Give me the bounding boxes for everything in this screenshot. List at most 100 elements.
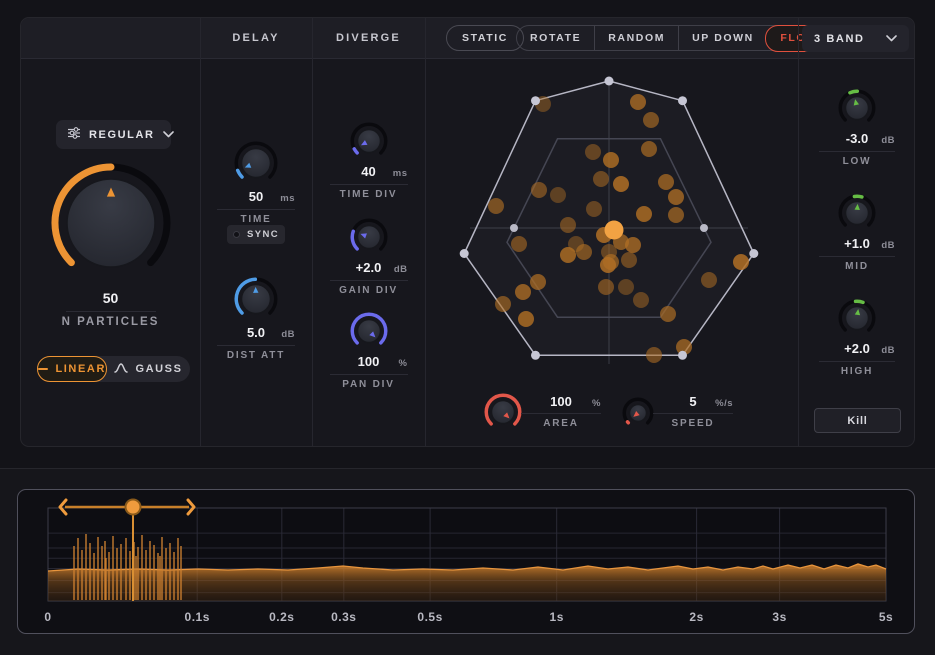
delay-time-knob[interactable] [234,141,278,185]
svg-text:0.5s: 0.5s [417,610,442,624]
svg-text:0.2s: 0.2s [269,610,294,624]
pan-div-group: 100 % PAN DIV [312,312,425,391]
dist-att-group: 5.0 dB DIST ATT [200,277,312,362]
divider [217,209,295,210]
delay-section-title: DELAY [200,18,312,58]
speed-control: 5 %/s SPEED [622,393,733,430]
kill-button[interactable]: Kill [814,408,901,433]
divider [217,345,295,346]
svg-text:2s: 2s [689,610,703,624]
area-label: AREA [521,418,601,430]
sync-led-icon [233,231,240,238]
n-particles-group: 50 N PARTICLES [21,163,200,328]
delay-time-unit: ms [280,191,295,206]
speed-knob[interactable] [622,397,654,429]
distribution-toggle: LINEAR GAUSS [37,356,190,382]
delay-time-group: 50 ms TIME [200,141,312,226]
speed-unit: %/s [715,396,733,411]
time-div-unit: ms [393,166,408,181]
eq-high-value: +2.0 [844,341,870,356]
divider [200,18,201,447]
section-divider [0,468,935,469]
time-div-label: TIME DIV [340,189,398,201]
mode-updown-button[interactable]: UP DOWN [678,26,767,50]
eq-high-label: HIGH [841,366,873,378]
waveform-panel: 0 0.1s 0.2s 0.3s 0.5s 1s 2s 3s 5s [17,489,915,634]
n-particles-value: 50 [103,290,119,306]
gauss-curve-icon [114,361,128,377]
pan-div-value: 100 [358,354,380,369]
divider [819,151,895,152]
preset-dropdown-label: REGULAR [89,129,155,141]
band-count-dropdown[interactable]: 3 BAND [802,25,909,52]
svg-text:0: 0 [44,610,51,624]
svg-text:0.1s: 0.1s [185,610,210,624]
distribution-preset-dropdown[interactable]: REGULAR [56,120,171,149]
plugin-window: DELAY DIVERGE STATIC ROTATE RANDOM UP DO… [0,0,935,655]
area-value: 100 [550,394,572,409]
delay-time-value: 50 [249,189,263,204]
eq-mid-knob[interactable] [838,194,876,232]
divider [819,256,895,257]
area-control: 100 % AREA [484,393,601,431]
eq-mid-group: +1.0 dB MID [798,194,915,273]
eq-high-group: +2.0 dB HIGH [798,299,915,378]
sync-button[interactable]: SYNC [227,225,285,244]
n-particles-knob[interactable] [51,163,171,283]
speed-value: 5 [689,394,696,409]
diverge-section-title: DIVERGE [312,18,425,58]
waveform-display[interactable]: 0 0.1s 0.2s 0.3s 0.5s 1s 2s 3s 5s [18,490,914,633]
gain-div-group: +2.0 dB GAIN DIV [312,218,425,297]
linear-icon [38,368,48,371]
divider [330,184,408,185]
eq-low-value: -3.0 [846,131,868,146]
band-dropdown-label: 3 BAND [814,33,865,45]
mode-random-button[interactable]: RANDOM [594,26,678,50]
particle-field[interactable] [425,59,798,394]
divider [819,361,895,362]
static-mode-button[interactable]: STATIC [446,25,524,51]
linear-label: LINEAR [55,363,106,375]
divider [653,413,733,414]
selection-handle [126,500,141,515]
svg-text:1s: 1s [550,610,564,624]
toggle-gauss-button[interactable]: GAUSS [107,356,190,382]
gain-div-value: +2.0 [356,260,382,275]
divider [521,413,601,414]
mode-rotate-button[interactable]: ROTATE [517,26,594,50]
dist-att-label: DIST ATT [227,350,285,362]
area-knob[interactable] [484,393,522,431]
motion-mode-group: ROTATE RANDOM UP DOWN FLOAT [516,25,837,51]
eq-mid-label: MID [845,261,869,273]
gain-div-knob[interactable] [350,218,388,256]
gain-div-label: GAIN DIV [339,285,398,297]
eq-low-unit: dB [881,133,895,148]
speed-label: SPEED [653,418,733,430]
toggle-linear-button[interactable]: LINEAR [37,356,107,382]
eq-mid-value: +1.0 [844,236,870,251]
eq-high-unit: dB [881,343,895,358]
pan-div-label: PAN DIV [342,379,394,391]
eq-low-group: -3.0 dB LOW [798,89,915,168]
time-div-knob[interactable] [350,122,388,160]
eq-mid-unit: dB [881,238,895,253]
eq-low-knob[interactable] [838,89,876,127]
main-panel: DELAY DIVERGE STATIC ROTATE RANDOM UP DO… [20,17,915,447]
gauss-label: GAUSS [135,363,182,375]
pan-div-knob[interactable] [350,312,388,350]
svg-text:0.3s: 0.3s [331,610,356,624]
dist-att-value: 5.0 [247,325,265,340]
area-unit: % [592,396,601,411]
eq-high-knob[interactable] [838,299,876,337]
time-div-group: 40 ms TIME DIV [312,122,425,201]
svg-text:5s: 5s [879,610,893,624]
pan-div-unit: % [399,356,408,371]
divider [66,311,156,312]
dist-att-unit: dB [281,327,295,342]
chevron-down-icon [886,33,897,45]
chevron-down-icon [163,129,174,141]
eq-low-label: LOW [843,156,872,168]
dist-att-knob[interactable] [234,277,278,321]
svg-text:3s: 3s [772,610,786,624]
sliders-icon [67,126,81,143]
